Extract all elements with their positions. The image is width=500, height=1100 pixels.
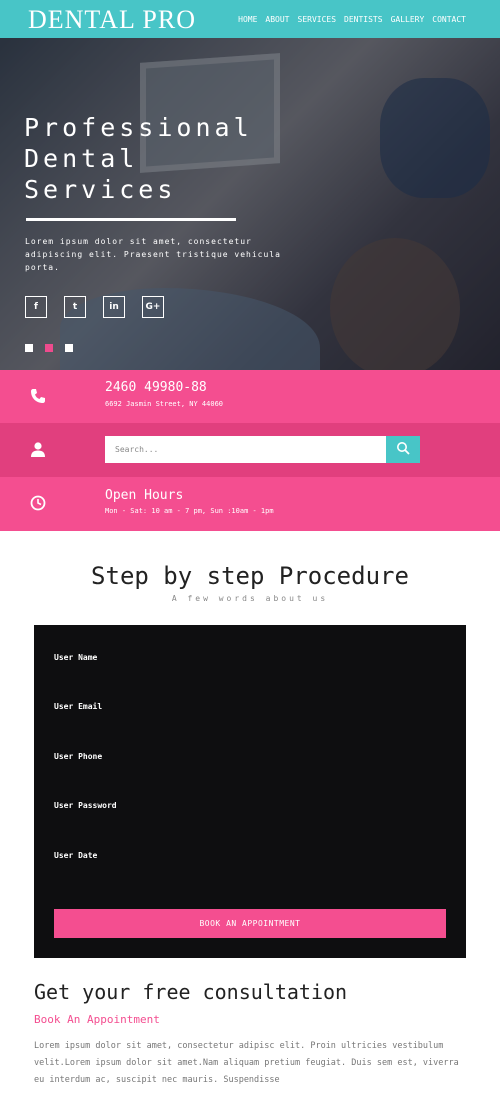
user-email-input[interactable] <box>54 716 446 736</box>
book-appointment-link[interactable]: Book An Appointment <box>34 1013 160 1026</box>
google-plus-icon[interactable]: G+ <box>142 296 164 318</box>
nav-dentists[interactable]: DENTISTS <box>344 15 383 24</box>
search-button[interactable] <box>386 436 420 463</box>
phone-bar: 2460 49980-88 6692 Jasmin Street, NY 440… <box>0 370 500 424</box>
hero-text: Lorem ipsum dolor sit amet, consectetur … <box>25 237 281 272</box>
hours-text: Mon - Sat: 10 am - 7 pm, Sun :10am - 1pm <box>105 507 274 515</box>
user-icon <box>28 439 48 459</box>
user-phone-input[interactable] <box>54 766 446 786</box>
book-appointment-button[interactable]: BOOK AN APPOINTMENT <box>54 909 446 938</box>
user-date-label: User Date <box>54 851 98 860</box>
address-text: 6692 Jasmin Street, NY 44060 <box>105 400 224 408</box>
header-bar: DENTAL PRO HOME ABOUT SERVICES DENTISTS … <box>0 0 500 38</box>
nav-services[interactable]: SERVICES <box>298 15 337 24</box>
user-password-label: User Password <box>54 801 117 810</box>
nav-about[interactable]: ABOUT <box>265 15 289 24</box>
user-date-input[interactable] <box>54 865 446 885</box>
hero-divider <box>26 218 236 221</box>
consultation-title: Get your free consultation <box>34 980 348 1004</box>
slider-dots <box>25 344 73 352</box>
main-nav: HOME ABOUT SERVICES DENTISTS GALLERY CON… <box>238 15 466 24</box>
search-icon <box>396 440 410 459</box>
facebook-icon[interactable]: f <box>25 296 47 318</box>
twitter-icon[interactable]: t <box>64 296 86 318</box>
hero-banner: Professional Dental Services Lorem ipsum… <box>0 38 500 370</box>
phone-number[interactable]: 2460 49980-88 <box>105 380 207 395</box>
hours-bar: Open Hours Mon - Sat: 10 am - 7 pm, Sun … <box>0 477 500 531</box>
user-password-input[interactable] <box>54 815 446 835</box>
social-links: f t in G+ <box>25 296 164 318</box>
slider-dot-1[interactable] <box>25 344 33 352</box>
procedure-subtitle: A few words about us <box>171 594 329 603</box>
consultation-text: Lorem ipsum dolor sit amet, consectetur … <box>34 1041 459 1085</box>
appointment-form: User Name User Email User Phone User Pas… <box>34 625 466 958</box>
clock-icon <box>28 493 48 513</box>
procedure-title: Step by step Procedure <box>91 562 409 590</box>
slider-dot-2[interactable] <box>45 344 53 352</box>
user-phone-label: User Phone <box>54 752 103 761</box>
phone-icon <box>28 386 48 406</box>
linkedin-icon[interactable]: in <box>103 296 125 318</box>
search-input[interactable] <box>105 436 387 463</box>
nav-contact[interactable]: CONTACT <box>432 15 466 24</box>
hero-title: Professional Dental Services <box>24 113 253 204</box>
user-name-label: User Name <box>54 653 98 662</box>
nav-gallery[interactable]: GALLERY <box>391 15 425 24</box>
hours-title: Open Hours <box>105 488 184 503</box>
nav-home[interactable]: HOME <box>238 15 257 24</box>
user-email-label: User Email <box>54 702 103 711</box>
search-bar <box>0 423 500 477</box>
user-name-input[interactable] <box>54 667 446 687</box>
slider-dot-3[interactable] <box>65 344 73 352</box>
site-logo[interactable]: DENTAL PRO <box>28 5 196 35</box>
